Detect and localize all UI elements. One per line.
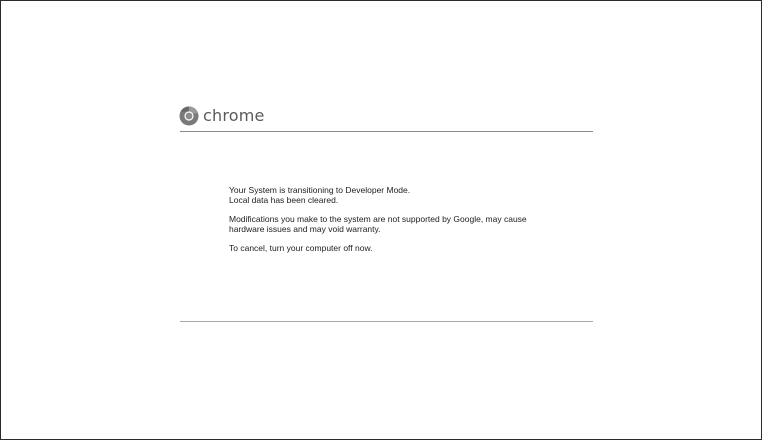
cancel-line: To cancel, turn your computer off now. xyxy=(229,243,373,253)
logo-wordmark: chrome xyxy=(203,106,265,125)
warning-message: Your System is transitioning to Develope… xyxy=(229,185,589,262)
chrome-logo: chrome xyxy=(179,104,265,128)
warranty-line: hardware issues and may void warranty. xyxy=(229,224,381,234)
cancel-paragraph: To cancel, turn your computer off now. xyxy=(229,243,589,253)
warranty-paragraph: Modifications you make to the system are… xyxy=(229,214,589,234)
transition-paragraph: Your System is transitioning to Develope… xyxy=(229,185,589,205)
developer-mode-screen: chrome Your System is transitioning to D… xyxy=(0,0,762,440)
data-cleared-line: Local data has been cleared. xyxy=(229,195,339,205)
transition-line: Your System is transitioning to Develope… xyxy=(229,185,411,195)
modifications-line: Modifications you make to the system are… xyxy=(229,214,527,224)
bottom-divider xyxy=(180,321,593,322)
chrome-logo-icon xyxy=(179,106,199,126)
top-divider xyxy=(180,131,593,132)
